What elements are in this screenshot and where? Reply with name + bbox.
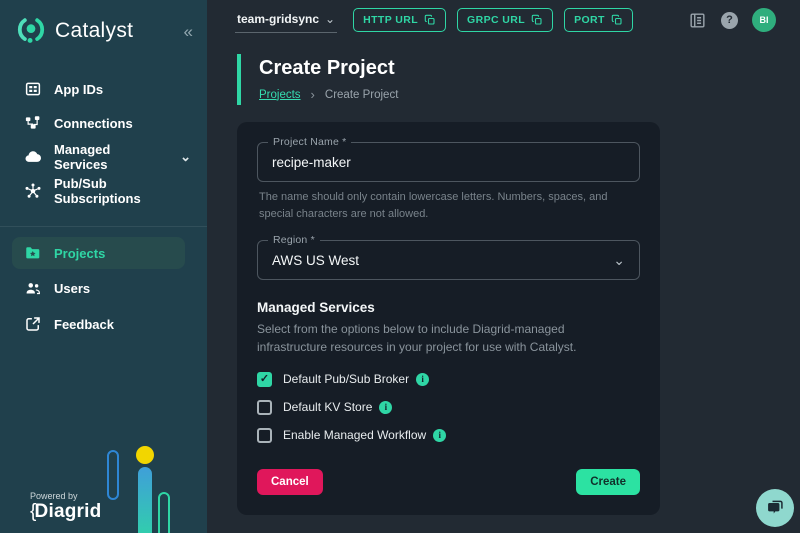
- org-name: team-gridsync: [237, 12, 319, 26]
- folder-star-icon: [24, 244, 42, 262]
- checkbox-checked[interactable]: ✓: [257, 372, 272, 387]
- port-button[interactable]: PORT: [564, 8, 633, 32]
- http-url-button[interactable]: HTTP URL: [353, 8, 446, 32]
- option-enable-managed-workflow[interactable]: Enable Managed Workflow i: [257, 423, 640, 447]
- sidebar: Catalyst « App IDs Connections: [0, 0, 207, 533]
- info-icon[interactable]: i: [433, 429, 446, 442]
- chat-widget-button[interactable]: [756, 489, 794, 527]
- create-button[interactable]: Create: [576, 469, 640, 495]
- diagrid-logo-text: Diagrid: [35, 501, 102, 522]
- chevron-right-icon: ›: [311, 88, 315, 101]
- page-header: Create Project Projects › Create Project: [237, 54, 800, 105]
- breadcrumb: Projects › Create Project: [259, 88, 800, 101]
- topbar-icons: ? BI: [688, 8, 776, 32]
- sidebar-item-pubsub-subscriptions[interactable]: Pub/Sub Subscriptions: [0, 174, 207, 208]
- region-value: AWS US West: [272, 253, 613, 268]
- main-area: team-gridsync ⌄ HTTP URL GRPC URL PORT: [207, 0, 800, 533]
- external-link-icon: [24, 315, 42, 333]
- copy-icon: [531, 14, 543, 26]
- managed-services-title: Managed Services: [257, 300, 640, 315]
- sidebar-item-label: App IDs: [54, 82, 103, 97]
- project-name-label: Project Name *: [268, 136, 351, 148]
- sidebar-item-app-ids[interactable]: App IDs: [0, 72, 207, 106]
- checkbox-unchecked[interactable]: [257, 428, 272, 443]
- project-name-helper-text: The name should only contain lowercase l…: [259, 189, 640, 222]
- sidebar-item-connections[interactable]: Connections: [0, 106, 207, 140]
- breadcrumb-projects-link[interactable]: Projects: [259, 89, 301, 101]
- grpc-url-label: GRPC URL: [467, 14, 525, 26]
- region-select[interactable]: Region * AWS US West ⌄: [257, 240, 640, 280]
- cloud-icon: [24, 148, 42, 166]
- http-url-label: HTTP URL: [363, 14, 418, 26]
- decoration-yellow-dot: [136, 446, 154, 464]
- sidebar-item-users[interactable]: Users: [0, 271, 207, 305]
- sidebar-nav-secondary: Projects Users Feedback: [0, 237, 207, 341]
- topbar: team-gridsync ⌄ HTTP URL GRPC URL PORT: [207, 0, 800, 40]
- sidebar-item-label: Projects: [54, 246, 105, 261]
- powered-by-label: Powered by: [30, 491, 101, 501]
- sidebar-divider: [0, 226, 207, 227]
- option-label: Enable Managed Workflow: [283, 428, 426, 442]
- option-default-kv-store[interactable]: Default KV Store i: [257, 395, 640, 419]
- sidebar-item-feedback[interactable]: Feedback: [0, 307, 207, 341]
- avatar[interactable]: BI: [752, 8, 776, 32]
- copy-icon: [611, 14, 623, 26]
- option-label: Default Pub/Sub Broker: [283, 372, 409, 386]
- page-title: Create Project: [259, 57, 800, 80]
- project-name-input[interactable]: [272, 155, 625, 170]
- powered-by-block: Powered by {Diagrid: [30, 491, 101, 523]
- chat-icon: [765, 498, 785, 518]
- sidebar-item-label: Managed Services: [54, 142, 166, 172]
- cancel-button[interactable]: Cancel: [257, 469, 323, 495]
- users-icon: [24, 279, 42, 297]
- info-icon[interactable]: i: [416, 373, 429, 386]
- option-label: Default KV Store: [283, 400, 372, 414]
- managed-services-options: ✓ Default Pub/Sub Broker i Default KV St…: [257, 367, 640, 447]
- grpc-url-button[interactable]: GRPC URL: [457, 8, 553, 32]
- sidebar-item-label: Connections: [54, 116, 133, 131]
- sidebar-item-managed-services[interactable]: Managed Services ⌄: [0, 140, 207, 174]
- help-icon[interactable]: ?: [721, 12, 738, 29]
- managed-services-description: Select from the options below to include…: [257, 320, 637, 356]
- app-ids-icon: [24, 80, 42, 98]
- create-project-form: Project Name * The name should only cont…: [237, 122, 660, 515]
- brand-row: Catalyst «: [0, 0, 207, 48]
- option-default-pubsub-broker[interactable]: ✓ Default Pub/Sub Broker i: [257, 367, 640, 391]
- catalyst-logo-icon: [14, 14, 48, 48]
- url-buttons: HTTP URL GRPC URL PORT: [353, 8, 633, 32]
- decoration-teal-pill: [158, 492, 170, 533]
- breadcrumb-current: Create Project: [325, 89, 399, 101]
- info-icon[interactable]: i: [379, 401, 392, 414]
- region-label: Region *: [268, 234, 320, 246]
- decoration-blue-pill: [107, 450, 119, 500]
- copy-icon: [424, 14, 436, 26]
- checkbox-unchecked[interactable]: [257, 400, 272, 415]
- port-label: PORT: [574, 14, 605, 26]
- chevron-down-icon: ⌄: [613, 252, 625, 269]
- sidebar-collapse-icon[interactable]: «: [184, 23, 193, 40]
- connections-icon: [24, 114, 42, 132]
- sidebar-item-label: Pub/Sub Subscriptions: [54, 176, 191, 206]
- project-name-field[interactable]: Project Name *: [257, 142, 640, 182]
- sidebar-item-projects[interactable]: Projects: [12, 237, 185, 269]
- sidebar-nav-primary: App IDs Connections Managed Services ⌄: [0, 72, 207, 208]
- sidebar-item-label: Users: [54, 281, 90, 296]
- chevron-down-icon[interactable]: ⌄: [180, 149, 191, 165]
- docs-icon[interactable]: [688, 11, 707, 30]
- hub-icon: [24, 182, 42, 200]
- diagrid-logo: {Diagrid: [30, 501, 101, 523]
- brand-name: Catalyst: [55, 19, 133, 43]
- chevron-down-icon: ⌄: [325, 12, 335, 26]
- sidebar-item-label: Feedback: [54, 317, 114, 332]
- decoration-gradient-pill: [138, 467, 152, 533]
- form-actions: Cancel Create: [257, 469, 640, 495]
- org-selector[interactable]: team-gridsync ⌄: [235, 8, 337, 33]
